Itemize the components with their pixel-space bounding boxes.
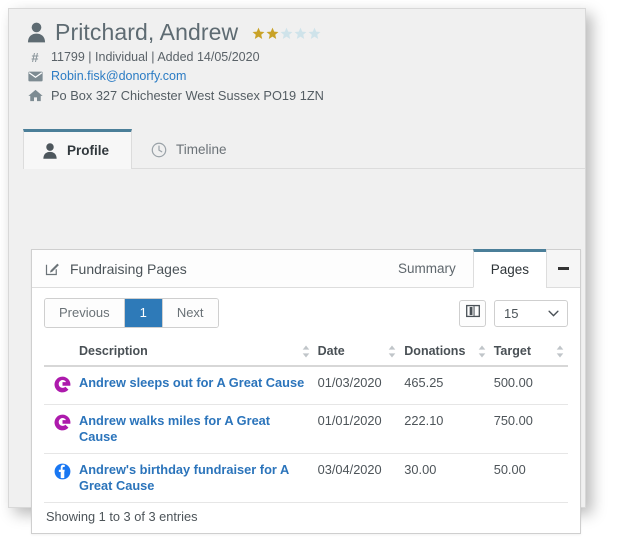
row-source-icon-cell [44, 404, 75, 454]
fundraising-pages-table: Description Date Donations Target Andrew… [44, 338, 568, 503]
table-body: Andrew sleeps out for A Great Cause 01/0… [44, 366, 568, 503]
row-date-cell: 03/04/2020 [313, 453, 401, 503]
pagination: Previous 1 Next [44, 298, 219, 328]
fundraising-page-link[interactable]: Andrew's birthday fundraiser for A Great… [79, 462, 289, 493]
person-icon [42, 142, 58, 159]
table-right-controls: 15 [459, 299, 568, 327]
pencil-square-icon [45, 261, 60, 276]
table-row: Andrew walks miles for A Great Cause 01/… [44, 404, 568, 454]
sort-icon [388, 345, 396, 357]
constituent-title-row: Pritchard, Andrew [27, 19, 585, 46]
col-header-target-label: Target [493, 344, 531, 358]
row-target-cell: 50.00 [489, 453, 568, 503]
fundraising-page-link[interactable]: Andrew walks miles for A Great Cause [79, 413, 270, 444]
justgiving-icon [44, 375, 71, 396]
row-donations-cell: 465.25 [400, 366, 490, 405]
pagination-page-1[interactable]: 1 [124, 299, 163, 327]
row-date-cell: 01/01/2020 [313, 404, 401, 454]
row-source-icon-cell [44, 366, 75, 405]
app-window: Pritchard, Andrew # 11799 | Individual |… [8, 8, 586, 534]
justgiving-icon [44, 413, 71, 434]
fundraising-pages-panel: Fundraising Pages Summary Pages Previous… [31, 249, 581, 534]
row-date-cell: 01/03/2020 [313, 366, 401, 405]
constituent-email-link[interactable]: Robin.fisk@donorfy.com [51, 67, 186, 86]
clock-icon [151, 142, 167, 158]
row-source-icon-cell [44, 453, 75, 503]
constituent-address-text: Po Box 327 Chichester West Sussex PO19 1… [51, 88, 324, 103]
panel-header: Fundraising Pages Summary Pages [32, 249, 580, 288]
constituent-meta-text: 11799 | Individual | Added 14/05/2020 [51, 50, 260, 64]
constituent-meta-line: # 11799 | Individual | Added 14/05/2020 [27, 48, 585, 67]
home-icon [27, 89, 43, 102]
tab-profile[interactable]: Profile [23, 129, 133, 169]
row-description-cell: Andrew's birthday fundraiser for A Great… [75, 453, 314, 503]
row-description-cell: Andrew sleeps out for A Great Cause [75, 366, 314, 405]
row-description-cell: Andrew walks miles for A Great Cause [75, 404, 314, 454]
panel-title-text: Fundraising Pages [70, 260, 187, 277]
col-header-donations-label: Donations [404, 344, 466, 358]
minus-icon [558, 267, 569, 270]
page-title: Pritchard, Andrew [55, 19, 239, 45]
hash-icon: # [31, 50, 39, 65]
col-source-icon [44, 338, 75, 367]
minimize-button[interactable] [546, 250, 580, 287]
page-length-value: 15 [504, 305, 519, 321]
page-length-select[interactable]: 15 [494, 299, 568, 327]
sort-icon [556, 345, 564, 357]
col-header-description-label: Description [79, 344, 148, 358]
col-header-date-label: Date [317, 344, 345, 358]
panel-title: Fundraising Pages [32, 250, 381, 287]
main-tabbar: Profile Timeline [23, 129, 585, 169]
screenshot-root: Pritchard, Andrew # 11799 | Individual |… [0, 0, 623, 547]
sort-icon [302, 345, 309, 357]
table-head: Description Date Donations Target [44, 338, 568, 367]
constituent-email-line: Robin.fisk@donorfy.com [27, 67, 585, 86]
col-header-target[interactable]: Target [489, 338, 568, 367]
panel-tab-summary-label: Summary [397, 261, 456, 276]
row-target-cell: 500.00 [489, 366, 568, 405]
columns-icon [465, 304, 480, 323]
row-donations-cell: 222.10 [400, 404, 490, 454]
pagination-next[interactable]: Next [162, 299, 218, 327]
table-toolbar: Previous 1 Next 15 [44, 298, 568, 328]
constituent-address-line: Po Box 327 Chichester West Sussex PO19 1… [27, 86, 585, 105]
table-header-row: Description Date Donations Target [44, 338, 568, 367]
table-row: Andrew's birthday fundraiser for A Great… [44, 453, 568, 503]
tab-profile-label: Profile [67, 143, 110, 158]
panel-tab-pages[interactable]: Pages [472, 249, 546, 288]
pagination-previous[interactable]: Previous [45, 299, 125, 327]
panel-tab-pages-label: Pages [490, 262, 529, 277]
table-showing-info: Showing 1 to 3 of 3 entries [46, 509, 198, 524]
sort-icon [478, 345, 486, 357]
table-row: Andrew sleeps out for A Great Cause 01/0… [44, 366, 568, 405]
rating-stars [252, 27, 321, 40]
envelope-icon [27, 71, 43, 82]
facebook-icon [44, 462, 71, 483]
col-header-description[interactable]: Description [75, 338, 314, 367]
chevron-down-icon [548, 310, 559, 317]
row-donations-cell: 30.00 [400, 453, 490, 503]
tab-timeline-label: Timeline [176, 142, 227, 157]
person-icon [27, 22, 46, 43]
constituent-header: Pritchard, Andrew # 11799 | Individual |… [9, 9, 585, 113]
panel-body: Previous 1 Next 15 Description Date Dona… [32, 288, 580, 533]
panel-tab-summary[interactable]: Summary [380, 250, 473, 287]
tab-timeline[interactable]: Timeline [132, 130, 250, 168]
row-target-cell: 750.00 [489, 404, 568, 454]
fundraising-page-link[interactable]: Andrew sleeps out for A Great Cause [79, 375, 304, 390]
col-header-date[interactable]: Date [313, 338, 401, 367]
column-visibility-button[interactable] [459, 299, 486, 327]
col-header-donations[interactable]: Donations [400, 338, 490, 367]
